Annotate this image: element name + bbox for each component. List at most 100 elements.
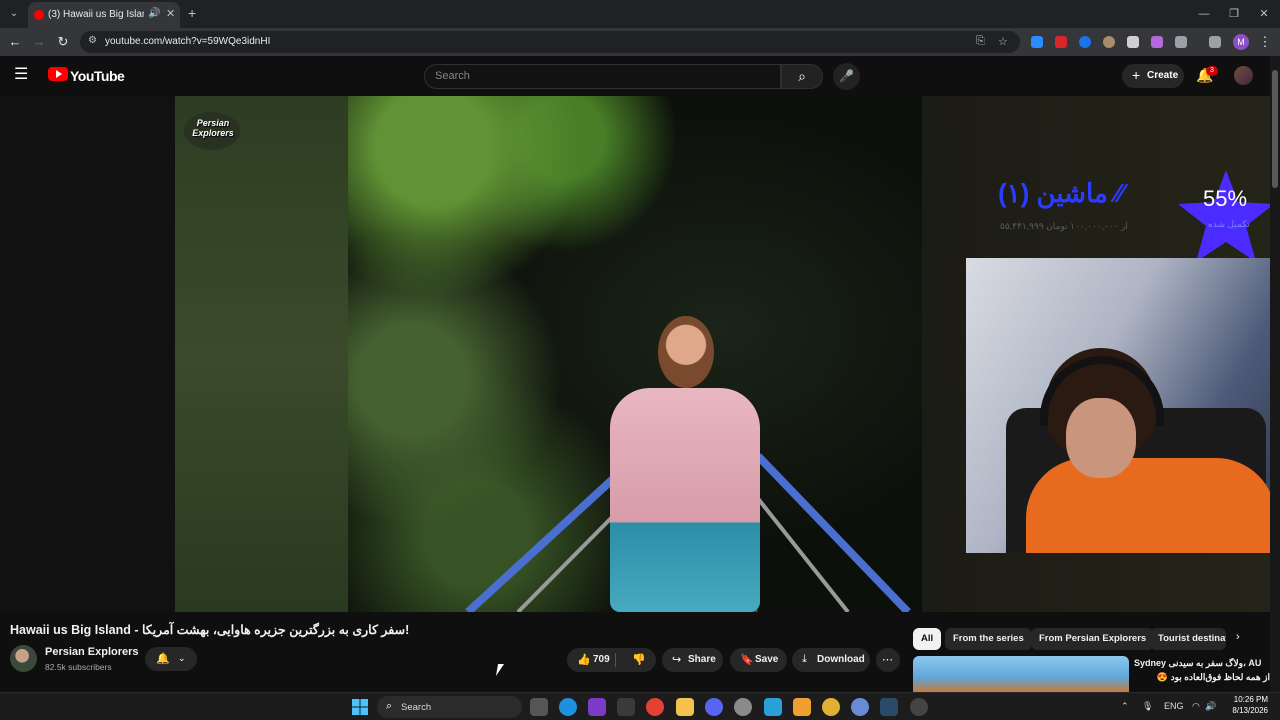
window-close-icon[interactable]: ✕ bbox=[1252, 4, 1276, 24]
channel-name[interactable]: Persian Explorers bbox=[45, 646, 139, 658]
puzzle-extensions-icon[interactable] bbox=[1175, 36, 1187, 48]
video-frame[interactable] bbox=[348, 96, 922, 612]
extension-icon[interactable] bbox=[1151, 36, 1163, 48]
media-player-icon[interactable] bbox=[910, 698, 928, 716]
edge-icon[interactable] bbox=[559, 698, 577, 716]
profile-avatar[interactable]: M bbox=[1233, 34, 1249, 50]
windows-start-icon[interactable] bbox=[352, 699, 368, 715]
search-input[interactable]: Search bbox=[424, 64, 781, 89]
site-info-icon[interactable]: ⚙ bbox=[88, 35, 97, 46]
download-icon: ⤓ bbox=[802, 653, 807, 665]
chip-from-channel[interactable]: From Persian Explorers bbox=[1031, 628, 1155, 650]
microphone-icon[interactable]: 🎤 bbox=[833, 63, 860, 90]
tab-search-chevron-icon[interactable]: ⌄ bbox=[4, 4, 24, 24]
browser-tab-strip: ⌄ (3) Hawaii us Big Island - (س 🔊 ✕ + — … bbox=[0, 0, 1280, 28]
watermark-text: Persian Explorers bbox=[192, 118, 234, 138]
share-button[interactable]: ↪ Share bbox=[662, 648, 723, 672]
traveler-figure bbox=[610, 388, 760, 612]
chip-from-series[interactable]: From the series bbox=[945, 628, 1032, 650]
taskbar-search[interactable]: ⌕ Search bbox=[377, 696, 522, 718]
extension-icon[interactable] bbox=[1103, 36, 1115, 48]
forward-arrow-icon[interactable]: → bbox=[30, 33, 48, 51]
donation-goal-status: تکمیل شده bbox=[1208, 219, 1250, 229]
language-indicator[interactable]: ENG bbox=[1164, 701, 1184, 711]
kebab-menu-icon[interactable]: ⋮ bbox=[1256, 33, 1274, 51]
plus-icon: + bbox=[1132, 67, 1141, 83]
video-blur-panel bbox=[175, 96, 348, 612]
search-icon: ⌕ bbox=[386, 700, 393, 712]
steam-icon[interactable] bbox=[880, 698, 898, 716]
mouse-cursor-icon bbox=[495, 664, 505, 676]
tray-chevron-up-icon[interactable]: ⌃ bbox=[1121, 701, 1129, 712]
address-bar[interactable]: ⚙ youtube.com/watch?v=59WQe3idnHI ⎘ ☆ bbox=[80, 31, 1020, 53]
active-tab[interactable]: (3) Hawaii us Big Island - (س 🔊 ✕ bbox=[28, 2, 180, 28]
account-avatar[interactable] bbox=[1234, 66, 1253, 85]
extension-icon[interactable] bbox=[1031, 36, 1043, 48]
speaker-icon[interactable]: 🔊 bbox=[148, 8, 160, 19]
scrollbar-thumb[interactable] bbox=[1272, 70, 1278, 188]
hamburger-menu-icon[interactable]: ☰ bbox=[14, 66, 32, 84]
discord-icon[interactable] bbox=[705, 698, 723, 716]
more-horizontal-icon: ⋯ bbox=[882, 654, 893, 666]
recommendation-title[interactable]: Sydney ولاگ سفر به سیدنی، AU bbox=[1134, 658, 1270, 669]
clock-time[interactable]: 10:26 PM bbox=[1220, 695, 1268, 704]
shield-extension-icon[interactable] bbox=[1127, 36, 1139, 48]
streamer-shirt bbox=[1026, 458, 1276, 553]
divider bbox=[615, 653, 616, 667]
volume-icon[interactable]: 🔊 bbox=[1205, 701, 1216, 712]
app-icon[interactable] bbox=[734, 698, 752, 716]
clock-date[interactable]: 8/13/2026 bbox=[1220, 706, 1268, 715]
youtube-header: ☰ YouTube Search ⌕ 🎤 + Create 🔔 3 bbox=[0, 56, 1280, 96]
taskbar-search-label: Search bbox=[401, 702, 432, 713]
create-label: Create bbox=[1147, 70, 1179, 81]
bookmark-icon: 🔖 bbox=[740, 654, 754, 666]
thumbs-down-icon[interactable]: 👎 bbox=[632, 653, 646, 666]
save-label: Save bbox=[755, 654, 779, 665]
extension-icon[interactable] bbox=[1055, 36, 1067, 48]
windows-taskbar: ⌕ Search ⌃ 🎙 ENG ◠ 🔊 10:26 PM 8/13/2026 bbox=[0, 692, 1280, 720]
bookmark-star-icon[interactable]: ☆ bbox=[998, 35, 1008, 48]
download-button[interactable]: ⤓ Download bbox=[792, 648, 870, 672]
thumbs-up-icon[interactable]: 👍 bbox=[577, 653, 591, 666]
minimize-icon[interactable]: — bbox=[1192, 4, 1216, 24]
app-icon[interactable] bbox=[851, 698, 869, 716]
search-button[interactable]: ⌕ bbox=[781, 64, 823, 89]
video-title: Hawaii us Big Island - سفر کاری به بزرگت… bbox=[10, 623, 410, 637]
file-explorer-icon[interactable] bbox=[676, 698, 694, 716]
app-r-icon[interactable] bbox=[588, 698, 606, 716]
share-label: Share bbox=[688, 654, 716, 665]
back-arrow-icon[interactable]: ← bbox=[6, 33, 24, 51]
create-button[interactable]: + Create bbox=[1122, 64, 1184, 88]
restore-icon[interactable]: ❐ bbox=[1222, 4, 1246, 24]
reading-list-icon[interactable] bbox=[1209, 36, 1221, 48]
youtube-logo-text[interactable]: YouTube bbox=[70, 68, 125, 84]
donation-goal-percent: 55% bbox=[1203, 186, 1248, 211]
browser-toolbar: ← → ↻ ⚙ youtube.com/watch?v=59WQe3idnHI … bbox=[0, 28, 1280, 56]
reload-icon[interactable]: ↻ bbox=[54, 33, 72, 51]
chevron-right-icon[interactable]: › bbox=[1236, 631, 1240, 643]
more-actions-button[interactable]: ⋯ bbox=[876, 648, 900, 672]
chip-all[interactable]: All bbox=[913, 628, 942, 650]
extension-icon[interactable] bbox=[1079, 36, 1091, 48]
subscribed-button[interactable]: 🔔 ⌄ bbox=[145, 647, 197, 671]
bell-icon: 🔔 bbox=[156, 653, 170, 665]
channel-avatar[interactable] bbox=[10, 645, 37, 672]
recommendation-title-line2[interactable]: از همه لحاظ فوق‌العاده بود 😍 bbox=[1134, 672, 1270, 683]
chip-tourist-destinations[interactable]: Tourist destinat bbox=[1150, 628, 1226, 650]
app-icon[interactable] bbox=[822, 698, 840, 716]
install-app-icon[interactable]: ⎘ bbox=[976, 35, 985, 48]
tray-microphone-icon[interactable]: 🎙 bbox=[1142, 701, 1153, 712]
new-tab-button[interactable]: + bbox=[188, 5, 196, 21]
save-button[interactable]: 🔖 Save bbox=[730, 648, 787, 672]
streamer-webcam bbox=[966, 258, 1280, 553]
recommendation-thumbnail[interactable] bbox=[913, 656, 1129, 692]
chrome-icon[interactable] bbox=[646, 698, 664, 716]
wifi-icon[interactable]: ◠ bbox=[1192, 701, 1200, 712]
app-icon[interactable] bbox=[793, 698, 811, 716]
app-icon[interactable] bbox=[617, 698, 635, 716]
task-view-icon[interactable] bbox=[530, 698, 548, 716]
donation-goal-title: ماشین (۱) ∕∕ bbox=[998, 178, 1124, 208]
like-count[interactable]: 709 bbox=[593, 654, 610, 665]
close-tab-icon[interactable]: ✕ bbox=[166, 7, 175, 20]
vscode-icon[interactable] bbox=[764, 698, 782, 716]
